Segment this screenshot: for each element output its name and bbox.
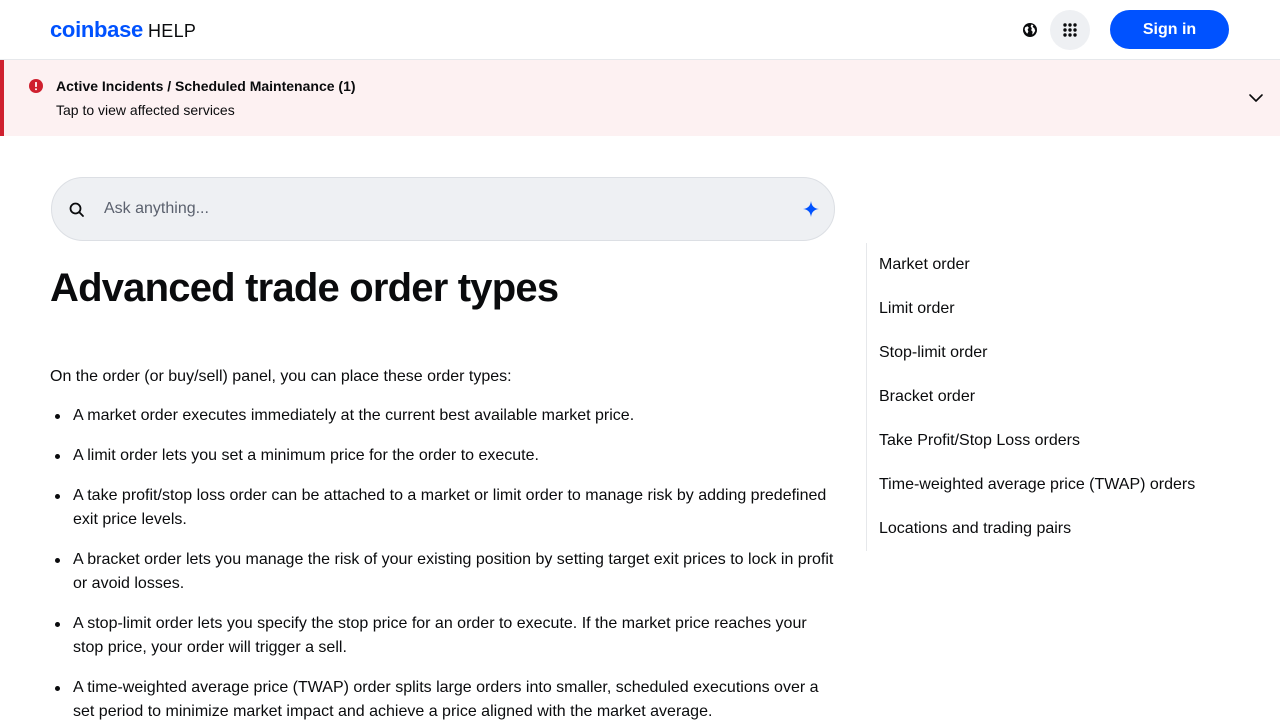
toc-item-locations-trading-pairs[interactable]: Locations and trading pairs [867, 507, 1226, 551]
banner-subtitle: Tap to view affected services [56, 102, 235, 118]
article-intro: On the order (or buy/sell) panel, you ca… [50, 368, 512, 385]
list-item: A stop-limit order lets you specify the … [50, 612, 840, 660]
grid-dots-icon [1063, 23, 1077, 37]
coinbase-help-logo[interactable]: coinbase HELP [50, 17, 196, 43]
apps-grid-button[interactable] [1050, 10, 1090, 50]
chevron-down-icon[interactable] [1248, 90, 1264, 106]
order-types-list: A market order executes immediately at t… [50, 404, 840, 720]
list-item: A bracket order lets you manage the risk… [50, 548, 840, 596]
search-bar [51, 177, 835, 241]
alert-circle-icon [29, 79, 43, 93]
toc-item-bracket-order[interactable]: Bracket order [867, 375, 1226, 419]
logo-suffix: HELP [147, 21, 197, 41]
globe-icon [1023, 23, 1037, 37]
list-item: A market order executes immediately at t… [50, 404, 840, 428]
sign-in-button[interactable]: Sign in [1110, 10, 1229, 49]
toc-item-take-profit-stop-loss[interactable]: Take Profit/Stop Loss orders [867, 419, 1226, 463]
logo-brand: coinbase [50, 17, 143, 42]
page-title: Advanced trade order types [50, 266, 559, 310]
list-item: A limit order lets you set a minimum pri… [50, 444, 840, 468]
toc-item-twap-orders[interactable]: Time-weighted average price (TWAP) order… [867, 463, 1226, 507]
search-icon [69, 202, 84, 217]
search-input[interactable] [104, 192, 784, 226]
banner-title: Active Incidents / Scheduled Maintenance… [56, 78, 356, 94]
site-header: coinbase HELP Sign in [0, 0, 1280, 60]
toc-item-stop-limit-order[interactable]: Stop-limit order [867, 331, 1226, 375]
incident-banner[interactable]: Active Incidents / Scheduled Maintenance… [0, 60, 1280, 136]
list-item: A time-weighted average price (TWAP) ord… [50, 676, 840, 720]
toc-item-market-order[interactable]: Market order [867, 243, 1226, 287]
language-globe-button[interactable] [1019, 19, 1041, 41]
list-item: A take profit/stop loss order can be att… [50, 484, 840, 532]
table-of-contents: Market order Limit order Stop-limit orde… [866, 243, 1226, 551]
toc-item-limit-order[interactable]: Limit order [867, 287, 1226, 331]
sparkle-ai-icon[interactable] [802, 200, 820, 218]
